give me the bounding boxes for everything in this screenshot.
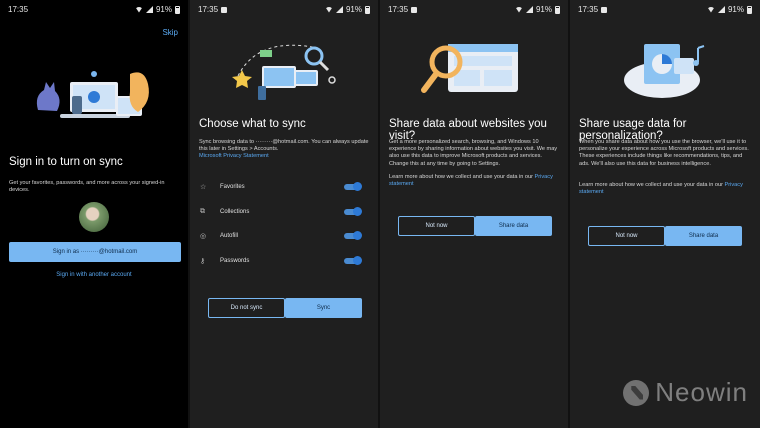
do-not-sync-button[interactable]: Do not sync xyxy=(208,298,285,318)
image-icon xyxy=(221,6,228,13)
status-time: 17:35 xyxy=(198,5,219,14)
screen-share-website-data: 17:35 91% Share data about websites you … xyxy=(380,0,568,428)
page-description: Sync browsing data to ·········@hotmail.… xyxy=(199,139,369,161)
screen-choose-sync: 17:35 91% Choose what to sync Sync brows… xyxy=(190,0,378,428)
share-data-button[interactable]: Share data xyxy=(665,226,742,246)
privacy-prefix: Learn more about how we collect and use … xyxy=(389,174,533,180)
status-time: 17:35 xyxy=(388,5,409,14)
wifi-icon xyxy=(706,6,715,13)
sync-item-label: Collections xyxy=(220,209,250,215)
page-title: Choose what to sync xyxy=(199,118,306,130)
toggle-passwords[interactable] xyxy=(344,256,362,265)
battery-percent: 91% xyxy=(345,5,362,14)
sync-item-collections[interactable]: ⧉ Collections xyxy=(200,206,362,218)
wifi-icon xyxy=(514,6,523,13)
battery-icon xyxy=(555,5,560,14)
cloud-chart-illustration xyxy=(624,44,705,98)
sync-button[interactable]: Sync xyxy=(285,298,362,318)
star-icon: ☆ xyxy=(200,184,207,191)
sync-item-label: Passwords xyxy=(220,258,250,264)
skip-button[interactable]: Skip xyxy=(162,28,178,37)
sync-item-favorites[interactable]: ☆ Favorites xyxy=(200,181,362,193)
signal-icon xyxy=(145,6,153,13)
sign-in-button[interactable]: Sign in as ·········@hotmail.com xyxy=(9,242,181,262)
status-bar: 17:35 91% xyxy=(570,0,760,16)
screen-sign-in: 17:35 91% Skip Sign in to turn on sync G… xyxy=(0,0,188,428)
sync-description: Sync browsing data to ·········@hotmail.… xyxy=(199,139,369,153)
key-icon: ⚷ xyxy=(200,258,206,265)
battery-icon xyxy=(365,5,370,14)
collections-icon: ⧉ xyxy=(200,208,205,215)
privacy-paragraph: Learn more about how we collect and use … xyxy=(389,174,559,188)
image-icon xyxy=(411,6,418,13)
sync-illustration xyxy=(36,71,149,118)
status-time: 17:35 xyxy=(578,5,599,14)
page-description: Get a more personalized search, browsing… xyxy=(389,139,558,167)
toggle-favorites[interactable] xyxy=(344,182,362,191)
wifi-icon xyxy=(324,6,333,13)
location-pin-icon: ◎ xyxy=(200,233,207,240)
toggle-autofill[interactable] xyxy=(344,231,362,240)
page-description: Get your favorites, passwords, and more … xyxy=(9,180,165,194)
battery-percent: 91% xyxy=(727,5,744,14)
other-account-link[interactable]: Sign in with another account xyxy=(0,272,188,278)
battery-icon xyxy=(175,5,180,14)
wifi-icon xyxy=(134,6,143,13)
sync-item-passwords[interactable]: ⚷ Passwords xyxy=(200,255,362,267)
signal-icon xyxy=(525,6,533,13)
share-data-button[interactable]: Share data xyxy=(475,216,552,236)
battery-icon xyxy=(747,5,752,14)
status-bar: 17:35 91% xyxy=(190,0,378,16)
sync-item-label: Favorites xyxy=(220,184,245,190)
sync-item-autofill[interactable]: ◎ Autofill xyxy=(200,230,362,242)
toggle-collections[interactable] xyxy=(344,207,362,216)
status-time: 17:35 xyxy=(8,5,29,14)
neowin-logo-icon xyxy=(623,379,650,406)
page-description: When you share data about how you use th… xyxy=(579,139,749,167)
status-bar: 17:35 91% xyxy=(0,0,188,16)
battery-percent: 91% xyxy=(535,5,552,14)
image-icon xyxy=(601,6,608,13)
privacy-prefix: Learn more about how we collect and use … xyxy=(579,182,723,188)
signal-icon xyxy=(717,6,725,13)
status-bar: 17:35 91% xyxy=(380,0,568,16)
screen-share-usage-data: 17:35 91% Share usage data for personali… xyxy=(570,0,760,428)
devices-illustration xyxy=(232,44,336,100)
not-now-button[interactable]: Not now xyxy=(398,216,475,236)
sync-item-label: Autofill xyxy=(220,233,239,239)
avatar xyxy=(79,202,109,232)
signal-icon xyxy=(335,6,343,13)
privacy-paragraph: Learn more about how we collect and use … xyxy=(579,182,751,196)
page-title: Sign in to turn on sync xyxy=(9,156,123,168)
watermark-text: Neowin xyxy=(655,377,748,407)
not-now-button[interactable]: Not now xyxy=(588,226,665,246)
privacy-link[interactable]: Microsoft Privacy Statement xyxy=(199,153,269,159)
neowin-watermark: Neowin xyxy=(623,377,748,408)
browser-search-illustration xyxy=(421,44,518,93)
battery-percent: 91% xyxy=(155,5,172,14)
